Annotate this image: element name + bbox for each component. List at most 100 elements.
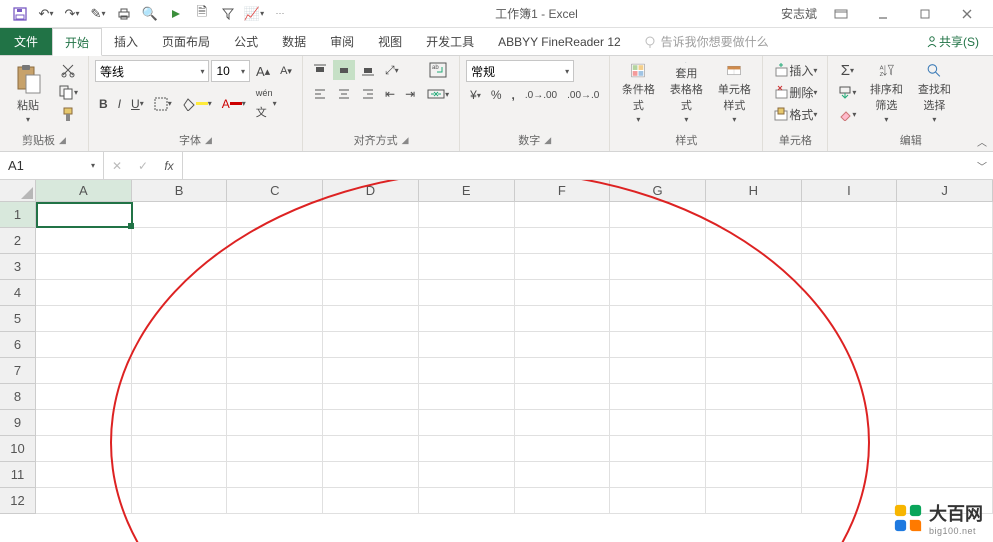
cell[interactable] xyxy=(897,306,993,332)
cell[interactable] xyxy=(802,228,898,254)
insert-cells-button[interactable]: 插入▾ xyxy=(769,60,821,80)
clipboard-dialog-launcher[interactable]: ◢ xyxy=(59,135,66,146)
cell[interactable] xyxy=(610,384,706,410)
cell[interactable] xyxy=(419,358,515,384)
cell[interactable] xyxy=(419,202,515,228)
cell[interactable] xyxy=(36,410,132,436)
cell[interactable] xyxy=(419,436,515,462)
cell[interactable] xyxy=(323,384,419,410)
cell[interactable] xyxy=(610,436,706,462)
cell[interactable] xyxy=(515,306,611,332)
cell[interactable] xyxy=(706,306,802,332)
cell[interactable] xyxy=(132,462,228,488)
decrease-indent-button[interactable]: ⇤ xyxy=(381,84,399,104)
cell[interactable] xyxy=(36,436,132,462)
share-button[interactable]: 共享(S) xyxy=(911,28,993,55)
cell[interactable] xyxy=(227,410,323,436)
cell[interactable] xyxy=(706,254,802,280)
column-header[interactable]: H xyxy=(706,180,802,202)
cell[interactable] xyxy=(802,202,898,228)
cell[interactable] xyxy=(132,280,228,306)
cancel-entry-button[interactable]: ✕ xyxy=(104,152,130,179)
cell[interactable] xyxy=(897,410,993,436)
tab-layout[interactable]: 页面布局 xyxy=(150,28,222,55)
number-format-select[interactable]: 常规▾ xyxy=(466,60,574,82)
cell[interactable] xyxy=(897,202,993,228)
increase-indent-button[interactable]: ⇥ xyxy=(401,84,419,104)
underline-button[interactable]: U▾ xyxy=(127,95,148,113)
cell[interactable] xyxy=(419,410,515,436)
cell[interactable] xyxy=(323,254,419,280)
page-preview-button[interactable]: 🗎 xyxy=(190,3,214,25)
cell-styles-button[interactable]: 单元格样式▾ xyxy=(712,60,756,126)
cell[interactable] xyxy=(36,488,132,514)
cell[interactable] xyxy=(132,254,228,280)
cell[interactable] xyxy=(132,410,228,436)
select-all-button[interactable] xyxy=(0,180,36,202)
shrink-font-button[interactable]: A▾ xyxy=(276,63,296,79)
cell[interactable] xyxy=(227,228,323,254)
conditional-format-button[interactable]: 条件格式▾ xyxy=(616,60,660,126)
align-center-button[interactable] xyxy=(333,84,355,104)
cell[interactable] xyxy=(515,202,611,228)
close-button[interactable] xyxy=(949,3,985,25)
cell[interactable] xyxy=(897,228,993,254)
cell[interactable] xyxy=(515,462,611,488)
column-header[interactable]: E xyxy=(419,180,515,202)
delete-cells-button[interactable]: 删除▾ xyxy=(769,82,821,102)
cell[interactable] xyxy=(610,462,706,488)
comma-button[interactable]: , xyxy=(508,86,519,104)
cell[interactable] xyxy=(419,332,515,358)
cell[interactable] xyxy=(323,280,419,306)
format-painter-qat-button[interactable]: ✎▾ xyxy=(86,3,110,25)
cell[interactable] xyxy=(132,436,228,462)
cell[interactable] xyxy=(515,488,611,514)
merge-center-button[interactable]: ▾ xyxy=(423,84,453,104)
cell[interactable] xyxy=(132,358,228,384)
wrap-text-button[interactable]: ab xyxy=(423,60,453,80)
cell[interactable] xyxy=(227,488,323,514)
font-size-select[interactable]: 10▾ xyxy=(211,60,249,82)
cell[interactable] xyxy=(36,202,132,228)
cell[interactable] xyxy=(802,384,898,410)
column-header[interactable]: F xyxy=(515,180,611,202)
fill-color-button[interactable]: ▾ xyxy=(178,95,216,113)
cell[interactable] xyxy=(802,332,898,358)
column-header[interactable]: B xyxy=(132,180,228,202)
phonetic-button[interactable]: wén文▾ xyxy=(252,86,281,122)
column-header[interactable]: C xyxy=(227,180,323,202)
italic-button[interactable]: I xyxy=(114,95,125,113)
tab-insert[interactable]: 插入 xyxy=(102,28,150,55)
border-button[interactable]: ▾ xyxy=(150,95,176,113)
orientation-button[interactable]: ⤢▾ xyxy=(381,60,403,80)
cell[interactable] xyxy=(227,384,323,410)
number-dialog-launcher[interactable]: ◢ xyxy=(544,135,551,146)
cell[interactable] xyxy=(802,436,898,462)
row-header[interactable]: 12 xyxy=(0,488,36,514)
cell[interactable] xyxy=(706,202,802,228)
cell[interactable] xyxy=(610,280,706,306)
cell[interactable] xyxy=(515,228,611,254)
cell[interactable] xyxy=(227,306,323,332)
cell[interactable] xyxy=(323,202,419,228)
font-name-select[interactable]: 等线▾ xyxy=(95,60,209,82)
cell[interactable] xyxy=(610,488,706,514)
cell[interactable] xyxy=(419,228,515,254)
cell[interactable] xyxy=(706,280,802,306)
decrease-decimal-button[interactable]: .00→.0 xyxy=(563,88,603,103)
cell[interactable] xyxy=(36,254,132,280)
ribbon-display-button[interactable] xyxy=(823,3,859,25)
cell[interactable] xyxy=(132,332,228,358)
cut-button[interactable] xyxy=(54,60,82,80)
cell[interactable] xyxy=(227,202,323,228)
row-header[interactable]: 11 xyxy=(0,462,36,488)
cell[interactable] xyxy=(515,384,611,410)
cell[interactable] xyxy=(323,488,419,514)
cell[interactable] xyxy=(610,306,706,332)
cell[interactable] xyxy=(36,332,132,358)
format-painter-button[interactable] xyxy=(54,104,82,124)
cell[interactable] xyxy=(897,280,993,306)
redo-button[interactable]: ↷▾ xyxy=(60,3,84,25)
cell[interactable] xyxy=(610,410,706,436)
cell[interactable] xyxy=(227,254,323,280)
